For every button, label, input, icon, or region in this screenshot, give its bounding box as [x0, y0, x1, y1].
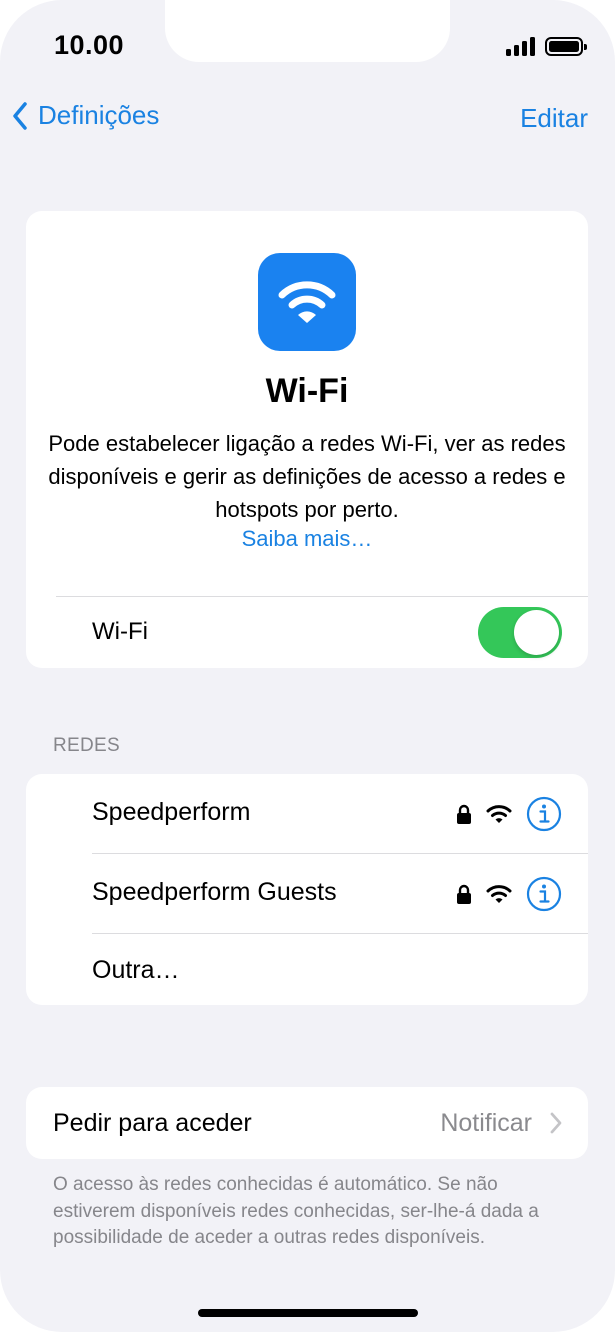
- cellular-signal-icon: [506, 36, 535, 56]
- edit-button[interactable]: Editar: [520, 103, 588, 134]
- other-network-label: Outra…: [92, 956, 180, 984]
- status-icons: [506, 36, 587, 56]
- chevron-right-icon: [550, 1112, 562, 1134]
- notch: [165, 0, 450, 62]
- ask-to-join-value: Notificar: [440, 1109, 532, 1137]
- info-icon[interactable]: [526, 796, 562, 832]
- status-time: 10.00: [54, 30, 125, 60]
- home-indicator: [198, 1309, 418, 1317]
- back-button[interactable]: Definições: [12, 100, 159, 131]
- chevron-left-icon: [13, 101, 27, 130]
- ask-to-join-row[interactable]: Pedir para aceder Notificar: [26, 1087, 588, 1159]
- phone-screen: 10.00 Definições Editar Wi-Fi Pode estab…: [0, 0, 615, 1332]
- info-icon[interactable]: [526, 876, 562, 912]
- networks-list: Speedperform Speedperform Guests Outra…: [26, 774, 588, 1005]
- networks-section-header: REDES: [53, 735, 120, 756]
- network-icons: [456, 796, 562, 832]
- lock-icon: [457, 804, 471, 824]
- ask-to-join-label: Pedir para aceder: [53, 1109, 252, 1137]
- page-title: Wi-Fi: [265, 372, 349, 410]
- network-row[interactable]: Speedperform: [26, 774, 588, 854]
- back-label: Definições: [38, 100, 160, 130]
- learn-more-link[interactable]: Saiba mais…: [26, 526, 588, 552]
- lock-icon: [457, 884, 471, 904]
- other-network-row[interactable]: Outra…: [26, 934, 588, 1005]
- ask-to-join-footnote: O acesso às redes conhecidas é automátic…: [53, 1174, 539, 1248]
- wifi-signal-icon: [486, 885, 512, 903]
- wifi-description: Pode estabelecer ligação a redes Wi-Fi, …: [48, 431, 566, 522]
- wifi-signal-icon: [486, 805, 512, 823]
- toggle-knob: [514, 610, 559, 655]
- network-name: Speedperform: [92, 798, 251, 826]
- network-name: Speedperform Guests: [92, 878, 337, 906]
- battery-icon: [545, 36, 587, 56]
- wifi-toggle[interactable]: [478, 607, 562, 658]
- wifi-toggle-label: Wi-Fi: [92, 618, 148, 645]
- wifi-app-icon: [258, 253, 356, 351]
- network-row[interactable]: Speedperform Guests: [26, 854, 588, 934]
- network-icons: [456, 876, 562, 912]
- divider: [56, 596, 588, 597]
- wifi-info-card: Wi-Fi Pode estabelecer ligação a redes W…: [26, 211, 588, 668]
